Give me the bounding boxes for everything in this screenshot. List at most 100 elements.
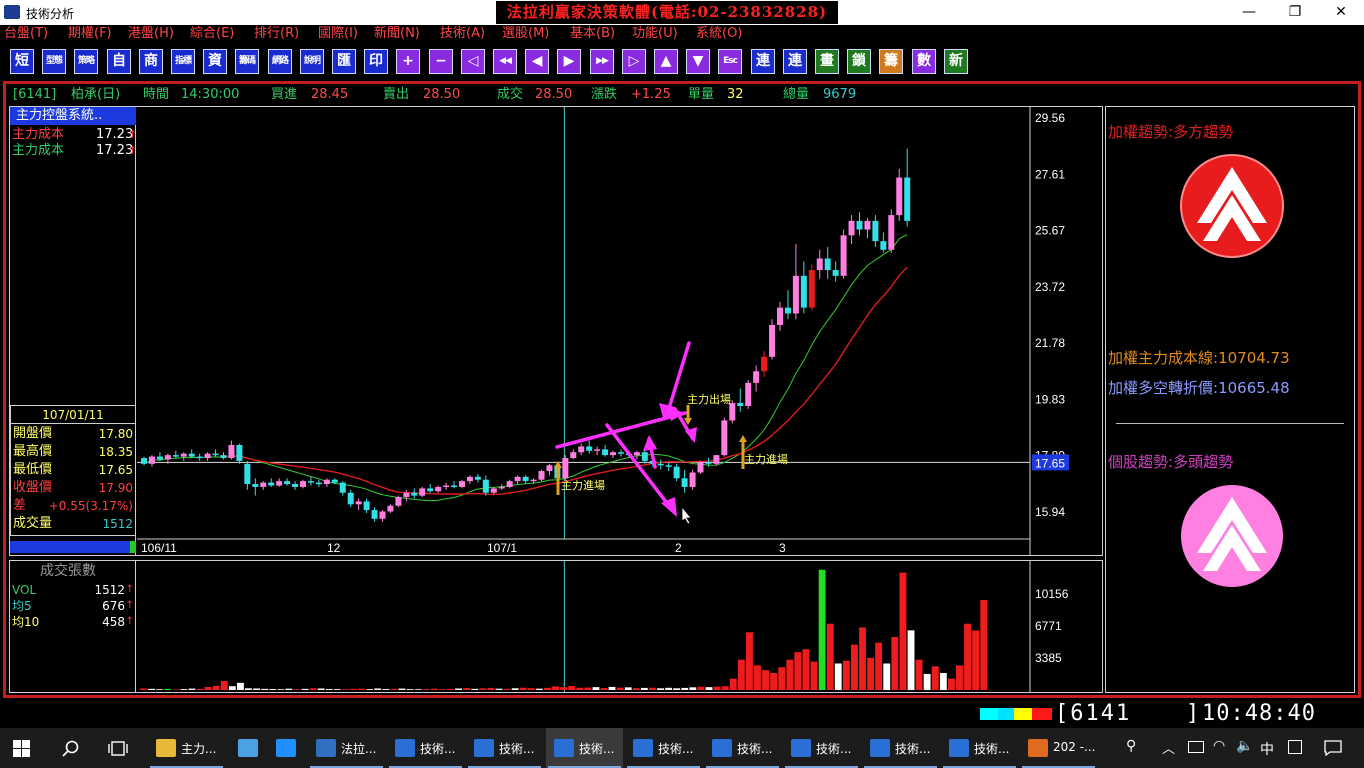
toolbar-button[interactable]: 連 (783, 49, 807, 74)
minimize-button[interactable]: — (1226, 0, 1272, 25)
candle-body (371, 510, 378, 519)
selected-date: 107/01/11 (11, 406, 135, 424)
toolbar-button[interactable]: 籌 (879, 49, 903, 74)
toolbar-button[interactable]: 印 (364, 49, 388, 74)
ask-label: 賣出 (383, 87, 410, 102)
volume-bar (939, 672, 947, 690)
volume-bar (770, 672, 778, 690)
notification-icon[interactable] (1324, 740, 1342, 756)
toolbar-button[interactable]: ▶▶ (590, 49, 614, 74)
volume-bar (915, 659, 923, 690)
taskbar-app[interactable]: 技術... (941, 728, 1018, 768)
toolbar-button[interactable]: ◁ (461, 49, 485, 74)
input-language[interactable]: 中 (1260, 739, 1274, 759)
menu-item[interactable]: 綜合(E) (190, 25, 234, 43)
toolbar-button[interactable]: ◀◀ (493, 49, 517, 74)
volume-bar (964, 623, 971, 690)
total-volume-value: 9679 (823, 87, 857, 102)
candle-body (840, 235, 847, 276)
menu-item[interactable]: 期權(F) (68, 25, 112, 43)
toolbar-button[interactable]: 短 (10, 49, 34, 74)
toolbar-button[interactable]: 新 (944, 49, 968, 74)
toolbar-button[interactable]: 指標 (171, 49, 195, 74)
toolbar-button[interactable]: 網路 (268, 49, 292, 74)
scroll-bar[interactable] (10, 541, 136, 553)
menu-item[interactable]: 台盤(T) (4, 25, 48, 43)
scroll-thumb[interactable] (130, 541, 136, 553)
menu-item[interactable]: 新聞(N) (374, 25, 420, 43)
taskbar-app[interactable]: 技術... (466, 728, 543, 768)
toolbar-button[interactable]: ▷ (622, 49, 646, 74)
menu-item[interactable]: 港盤(H) (128, 25, 174, 43)
taskbar-app[interactable]: 技術... (862, 728, 939, 768)
taskbar-app[interactable] (230, 728, 266, 768)
status-light-red (1032, 708, 1052, 720)
toolbar-button[interactable]: + (396, 49, 420, 74)
toolbar-button[interactable]: 畫 (815, 49, 839, 74)
toolbar-button[interactable]: ◀ (525, 49, 549, 74)
toolbar-button[interactable]: 數 (912, 49, 936, 74)
taskbar-app[interactable]: 技術... (704, 728, 781, 768)
candle-body (315, 482, 322, 485)
toolbar-button[interactable]: − (429, 49, 453, 74)
candle-body (260, 482, 267, 487)
volume-bar (479, 688, 487, 690)
window-title: 技術分析 (26, 7, 75, 21)
toolbar-button[interactable]: 鎖 (847, 49, 871, 74)
main-cost-label-1: 主力成本 (12, 127, 65, 142)
toolbar-button[interactable]: 策略 (74, 49, 98, 74)
candle-body (761, 356, 768, 372)
people-icon[interactable]: ⚲ (1126, 738, 1136, 754)
candle-body (212, 453, 219, 456)
ohlc-label: 成交量 (13, 516, 53, 531)
toolbar-button[interactable]: ▶ (557, 49, 581, 74)
taskbar-app[interactable]: 202 -... (1020, 728, 1097, 768)
system-title[interactable]: 主力控盤系統.. (10, 107, 136, 125)
volume-chart[interactable]: 10156 6771 3385 (137, 561, 1102, 692)
toolbar-button[interactable]: 連 (751, 49, 775, 74)
menu-item[interactable]: 國際(I) (318, 25, 358, 43)
taskbar-app[interactable]: 技術... (783, 728, 860, 768)
drawn-arrow-line (605, 423, 675, 513)
search-icon[interactable] (62, 740, 79, 757)
toolbar-button[interactable]: 自 (107, 49, 131, 74)
menu-item[interactable]: 基本(B) (570, 25, 615, 43)
toolbar-button[interactable]: Esc (718, 49, 742, 74)
taskbar-app[interactable]: 技術... (625, 728, 702, 768)
wifi-icon[interactable]: ◠ (1213, 738, 1225, 754)
menu-item[interactable]: 功能(U) (632, 25, 678, 43)
windows-start-icon[interactable] (13, 740, 30, 757)
menu-item[interactable]: 選股(M) (502, 25, 549, 43)
cost-line-label: 加權主力成本線: (1108, 349, 1219, 367)
battery-icon[interactable] (1188, 741, 1204, 753)
taskbar-app[interactable]: 主力... (148, 728, 225, 768)
menu-item[interactable]: 系統(O) (696, 25, 742, 43)
price-chart[interactable]: 29.5627.6125.6723.7221.7819.8317.8915.94… (137, 107, 1102, 555)
toolbar-button[interactable]: 籌碼 (235, 49, 259, 74)
candle-body (594, 449, 601, 451)
menu-item[interactable]: 技術(A) (440, 25, 485, 43)
toolbar-button[interactable]: ▲ (654, 49, 678, 74)
toolbar-button[interactable]: 匯 (332, 49, 356, 74)
volume-icon[interactable]: 🔈 (1236, 738, 1253, 754)
candle-body (300, 481, 306, 487)
toolbar-button[interactable]: 說明 (300, 49, 324, 74)
maximize-button[interactable]: ❐ (1272, 0, 1318, 25)
volume-bar (980, 600, 988, 690)
toolbar-button[interactable]: ▼ (686, 49, 710, 74)
toolbar-button[interactable]: 資 (203, 49, 227, 74)
app-chart-icon (238, 739, 258, 757)
taskbar-app[interactable] (268, 728, 304, 768)
close-button[interactable]: ✕ (1318, 0, 1364, 25)
candle-body (276, 481, 283, 486)
taskbar-app[interactable]: 法拉... (308, 728, 385, 768)
chevron-up-icon[interactable]: ︿ (1162, 738, 1175, 757)
taskbar-app[interactable]: 技術... (387, 728, 464, 768)
taskbar-app[interactable]: 技術... (546, 728, 623, 768)
task-view-icon[interactable] (108, 740, 128, 757)
toolbar-button[interactable]: 型態 (42, 49, 66, 74)
price-tick-label: 27.61 (1035, 167, 1065, 181)
ime-icon[interactable] (1288, 740, 1302, 754)
toolbar-button[interactable]: 商 (139, 49, 163, 74)
menu-item[interactable]: 排行(R) (254, 25, 299, 43)
